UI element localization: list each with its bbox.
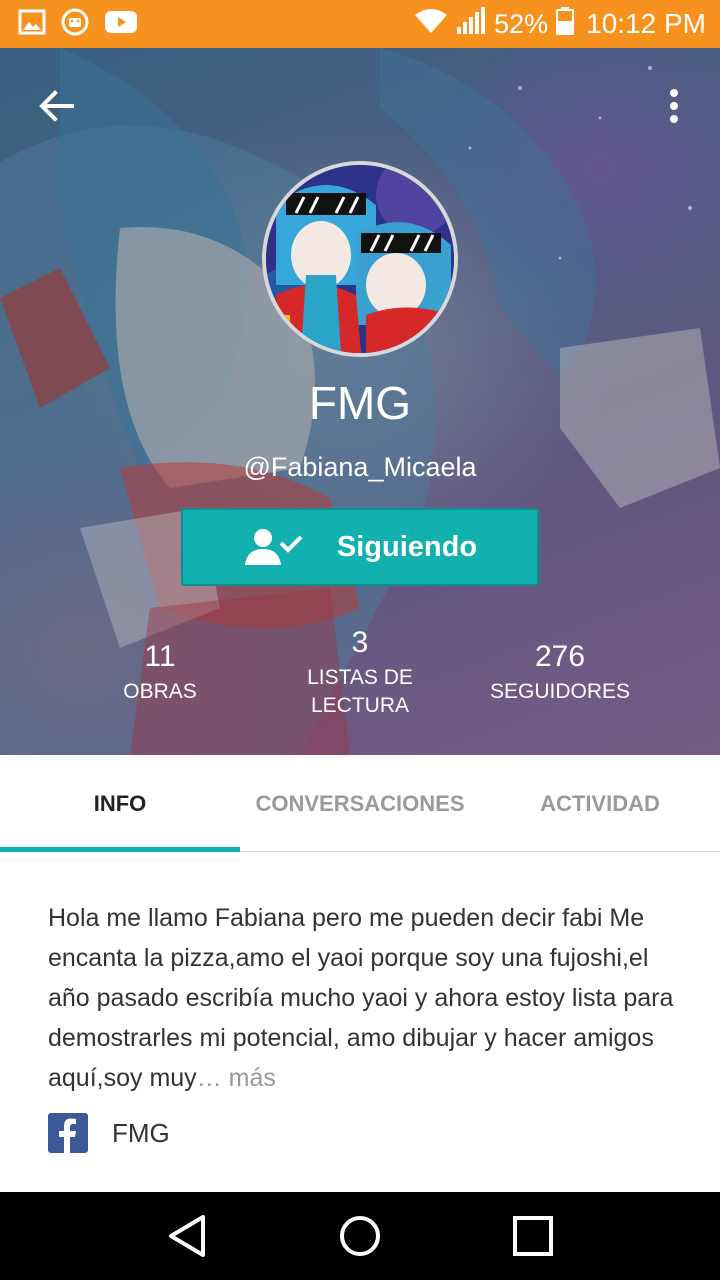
- nav-back-button[interactable]: [157, 1206, 217, 1266]
- bio-text: Hola me llamo Fabiana pero me pueden dec…: [48, 898, 678, 1098]
- profile-handle: @Fabiana_Micaela: [243, 452, 477, 482]
- stat-works-label: OBRAS: [123, 680, 197, 703]
- more-vertical-icon: [670, 89, 678, 123]
- back-button[interactable]: [30, 80, 82, 132]
- more-options-button[interactable]: [654, 80, 694, 132]
- wifi-icon: [414, 8, 448, 41]
- youtube-icon: [104, 9, 138, 40]
- battery-icon: [556, 6, 575, 42]
- stat-followers-label: SEGUIDORES: [489, 680, 631, 703]
- arrow-left-icon: [39, 90, 74, 122]
- following-label: Siguiendo: [336, 530, 478, 563]
- profile-stats: 11 OBRAS 3 LISTAS DE LECTURA 276 SEGUIDO…: [0, 626, 720, 738]
- stat-followers-count: 276: [534, 640, 586, 673]
- following-button[interactable]: Siguiendo: [181, 508, 539, 586]
- tab-conversations[interactable]: CONVERSACIONES: [240, 755, 480, 852]
- profile-header: FMG @Fabiana_Micaela Siguiendo 11 OBRAS …: [0, 48, 720, 755]
- nav-recents-button[interactable]: [503, 1206, 563, 1266]
- stat-reading-lists[interactable]: 3 LISTAS DE LECTURA: [260, 626, 460, 720]
- image-icon: [18, 9, 46, 40]
- stat-reading-lists-label-line1: LISTAS DE: [307, 666, 413, 689]
- bio-body: Hola me llamo Fabiana pero me pueden dec…: [48, 904, 674, 1092]
- about-section: Hola me llamo Fabiana pero me pueden dec…: [0, 852, 720, 1192]
- avatar[interactable]: [262, 161, 458, 357]
- nav-home-button[interactable]: [330, 1206, 390, 1266]
- tab-info[interactable]: INFO: [0, 755, 240, 853]
- triangle-back-icon: [168, 1215, 205, 1257]
- user-check-icon: [244, 529, 303, 565]
- stat-works-count: 11: [144, 640, 176, 673]
- facebook-icon: [48, 1113, 88, 1153]
- android-icon: [60, 7, 90, 42]
- profile-name: FMG: [308, 377, 412, 429]
- facebook-name: FMG: [112, 1117, 170, 1148]
- avatar-image: [266, 165, 454, 353]
- system-nav-bar: [0, 1192, 720, 1280]
- status-left: [18, 7, 138, 42]
- stat-followers[interactable]: 276 SEGUIDORES: [460, 640, 660, 706]
- tab-activity[interactable]: ACTIVIDAD: [480, 755, 720, 852]
- circle-home-icon: [339, 1216, 380, 1256]
- facebook-link[interactable]: FMG: [48, 1113, 170, 1153]
- profile-tabs: INFO CONVERSACIONES ACTIVIDAD: [0, 755, 720, 853]
- stat-reading-lists-count: 3: [351, 626, 369, 659]
- battery-percent: 52%: [494, 8, 549, 39]
- stat-reading-lists-label-line2: LECTURA: [310, 694, 410, 717]
- status-bar: 52% 10:12 PM: [0, 0, 720, 48]
- status-right: 52% 10:12 PM: [414, 6, 706, 42]
- stat-works[interactable]: 11 OBRAS: [60, 640, 260, 706]
- read-more-link[interactable]: … más: [197, 1064, 276, 1092]
- square-recents-icon: [513, 1216, 554, 1256]
- signal-icon: [456, 6, 486, 42]
- clock: 10:12 PM: [586, 8, 706, 39]
